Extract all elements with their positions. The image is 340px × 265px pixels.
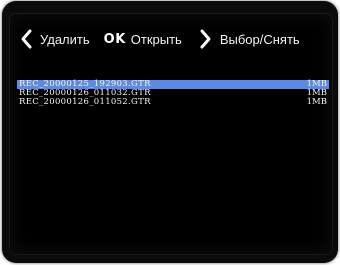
delete-button[interactable]: Удалить <box>18 28 90 50</box>
file-size: 1MB <box>306 97 327 107</box>
file-list: REC_20000125_192903.GTR 1MB REC_20000126… <box>17 80 329 107</box>
screen: Удалить OK Открыть Выбор/Снять REC_20000… <box>10 14 332 254</box>
select-label: Выбор/Снять <box>219 31 300 47</box>
file-row[interactable]: REC_20000126_011052.GTR 1MB <box>17 98 329 107</box>
select-button[interactable]: Выбор/Снять <box>196 28 300 50</box>
open-button[interactable]: OK Открыть <box>104 32 182 47</box>
file-name: REC_20000126_011052.GTR <box>19 97 151 107</box>
chevron-right-icon <box>196 28 214 50</box>
ok-icon: OK <box>103 31 126 47</box>
open-label: Открыть <box>130 31 182 47</box>
chevron-left-icon <box>18 28 36 50</box>
delete-label: Удалить <box>40 31 90 47</box>
toolbar: Удалить OK Открыть Выбор/Снять <box>10 28 332 50</box>
